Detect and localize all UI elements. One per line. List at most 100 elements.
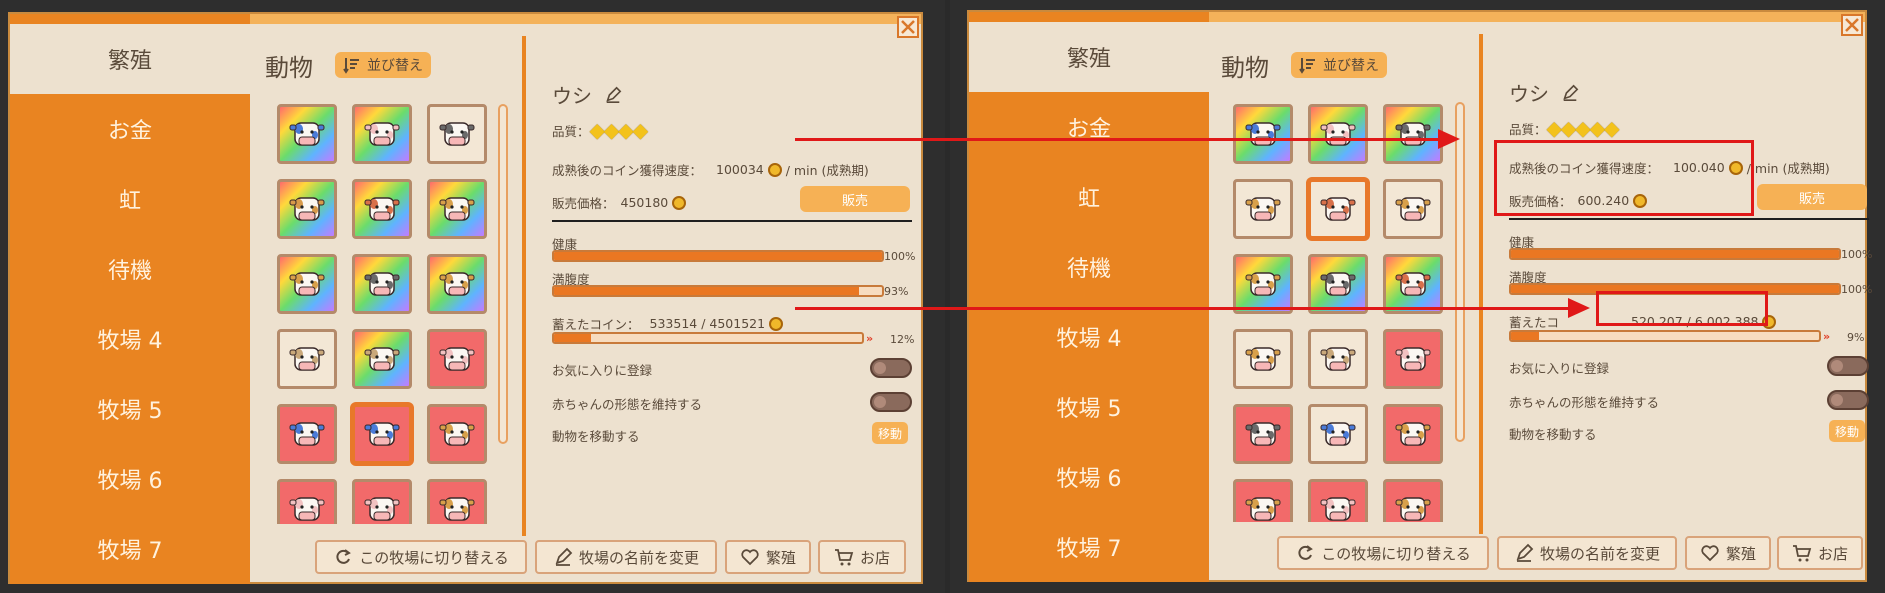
animal-tile[interactable] xyxy=(1383,479,1443,522)
animal-tile[interactable] xyxy=(1308,179,1368,239)
cow-icon xyxy=(1394,115,1432,153)
animal-tile[interactable] xyxy=(352,404,412,464)
quality-label: 品質： xyxy=(552,123,590,139)
switch-ranch-button[interactable]: この牧場に切り替える xyxy=(315,540,527,574)
favorite-toggle[interactable] xyxy=(870,358,912,378)
comparison-arrowhead-rate xyxy=(1438,129,1460,149)
animal-tile[interactable] xyxy=(1308,254,1368,314)
animal-tile[interactable] xyxy=(277,254,337,314)
sidebar: 繁殖 お金虹待機 牧場 4 牧場 5 牧場 6 牧場 7 xyxy=(969,22,1209,582)
breed-button[interactable]: 繁殖 xyxy=(725,540,811,574)
cow-icon xyxy=(1394,415,1432,453)
animal-tile[interactable] xyxy=(352,179,412,239)
sell-button[interactable]: 販売 xyxy=(800,186,910,212)
pencil-icon[interactable] xyxy=(604,86,622,104)
animal-tile[interactable] xyxy=(1233,179,1293,239)
animal-tile[interactable] xyxy=(1233,479,1293,522)
sidebar-item-2[interactable]: 虹 xyxy=(969,162,1209,232)
cow-icon xyxy=(288,115,326,153)
pencil-icon[interactable] xyxy=(1561,84,1579,102)
sidebar-item-6[interactable]: 牧場 6 xyxy=(969,442,1209,512)
animal-tile[interactable] xyxy=(427,479,487,524)
baby-form-toggle[interactable] xyxy=(870,392,912,412)
animal-tile[interactable] xyxy=(1308,104,1368,164)
animal-tile[interactable] xyxy=(277,479,337,524)
cow-icon xyxy=(438,115,476,153)
star-icon: ◆ xyxy=(1589,116,1606,140)
fullness-bar xyxy=(552,285,884,297)
breed-button[interactable]: 繁殖 xyxy=(1685,536,1771,570)
sidebar-item-1[interactable]: お金 xyxy=(969,92,1209,162)
sidebar-item-2[interactable]: 虹 xyxy=(10,164,250,234)
animal-tile[interactable] xyxy=(1233,329,1293,389)
shop-button[interactable]: お店 xyxy=(818,540,906,574)
coin-rate-unit: / min (成熟期) xyxy=(1746,161,1830,176)
section-divider xyxy=(1509,218,1869,220)
star-icon: ◆ xyxy=(1546,116,1562,140)
animal-tile[interactable] xyxy=(277,179,337,239)
sidebar-item-5[interactable]: 牧場 5 xyxy=(10,374,250,444)
cow-icon xyxy=(288,490,326,524)
sidebar-item-4[interactable]: 牧場 4 xyxy=(10,304,250,374)
animal-tile[interactable] xyxy=(427,404,487,464)
favorite-toggle[interactable] xyxy=(1827,356,1869,376)
rename-ranch-button[interactable]: 牧場の名前を変更 xyxy=(535,540,717,574)
sidebar-item-3[interactable]: 待機 xyxy=(10,234,250,304)
sidebar-item-0[interactable]: 繁殖 xyxy=(10,24,250,94)
sidebar-item-7[interactable]: 牧場 7 xyxy=(969,512,1209,582)
coin-rate-unit: / min (成熟期) xyxy=(785,163,869,178)
animal-tile[interactable] xyxy=(427,104,487,164)
animal-tile[interactable] xyxy=(1383,104,1443,164)
cow-icon xyxy=(363,115,401,153)
breed-label: 繁殖 xyxy=(1725,544,1756,563)
switch-ranch-button[interactable]: この牧場に切り替える xyxy=(1277,536,1489,570)
sidebar-item-7[interactable]: 牧場 7 xyxy=(10,514,250,584)
sort-button[interactable]: 並び替え xyxy=(335,52,431,78)
sidebar-item-4[interactable]: 牧場 4 xyxy=(969,302,1209,372)
sort-button[interactable]: 並び替え xyxy=(1291,52,1387,78)
sidebar-item-1[interactable]: お金 xyxy=(10,94,250,164)
shop-button[interactable]: お店 xyxy=(1777,536,1863,570)
sidebar-item-3[interactable]: 待機 xyxy=(969,232,1209,302)
breed-label: 繁殖 xyxy=(765,548,796,567)
star-icon: ◆ xyxy=(632,118,649,142)
grid-scrollbar[interactable] xyxy=(1455,102,1465,442)
animal-tile[interactable] xyxy=(277,329,337,389)
baby-form-toggle[interactable] xyxy=(1827,390,1869,410)
rename-ranch-label: 牧場の名前を変更 xyxy=(578,548,699,567)
animal-tile[interactable] xyxy=(1233,254,1293,314)
animal-tile[interactable] xyxy=(1308,404,1368,464)
animal-tile[interactable] xyxy=(1383,404,1443,464)
animal-tile[interactable] xyxy=(277,404,337,464)
move-button[interactable]: 移動 xyxy=(872,422,909,444)
sell-button[interactable]: 販売 xyxy=(1757,184,1867,210)
star-icon: ◆ xyxy=(603,118,620,142)
animal-tile[interactable] xyxy=(427,254,487,314)
highlight-stored-coins xyxy=(1596,291,1768,326)
baby-form-label: 赤ちゃんの形態を維持する xyxy=(552,397,703,412)
animal-tile[interactable] xyxy=(352,104,412,164)
animal-tile[interactable] xyxy=(427,329,487,389)
animal-tile[interactable] xyxy=(1383,179,1443,239)
animal-tile[interactable] xyxy=(1308,479,1368,522)
sidebar-item-5[interactable]: 牧場 5 xyxy=(969,372,1209,442)
animal-tile[interactable] xyxy=(277,104,337,164)
animal-tile[interactable] xyxy=(1308,329,1368,389)
sidebar-item-0[interactable]: 繁殖 xyxy=(969,22,1209,92)
grid-scrollbar[interactable] xyxy=(498,104,508,444)
cow-icon xyxy=(363,190,401,228)
comparison-arrow-rate xyxy=(795,138,1445,141)
sidebar-item-6[interactable]: 牧場 6 xyxy=(10,444,250,514)
animal-tile[interactable] xyxy=(1233,404,1293,464)
animal-tile[interactable] xyxy=(1383,254,1443,314)
animal-tile[interactable] xyxy=(427,179,487,239)
coin-icon xyxy=(767,162,782,177)
animal-tile[interactable] xyxy=(1233,104,1293,164)
animal-tile[interactable] xyxy=(352,479,412,524)
rename-ranch-button[interactable]: 牧場の名前を変更 xyxy=(1497,536,1677,570)
move-button[interactable]: 移動 xyxy=(1829,420,1866,442)
move-animal-label: 動物を移動する xyxy=(1509,427,1597,442)
animal-tile[interactable] xyxy=(352,254,412,314)
animal-tile[interactable] xyxy=(1383,329,1443,389)
animal-tile[interactable] xyxy=(352,329,412,389)
